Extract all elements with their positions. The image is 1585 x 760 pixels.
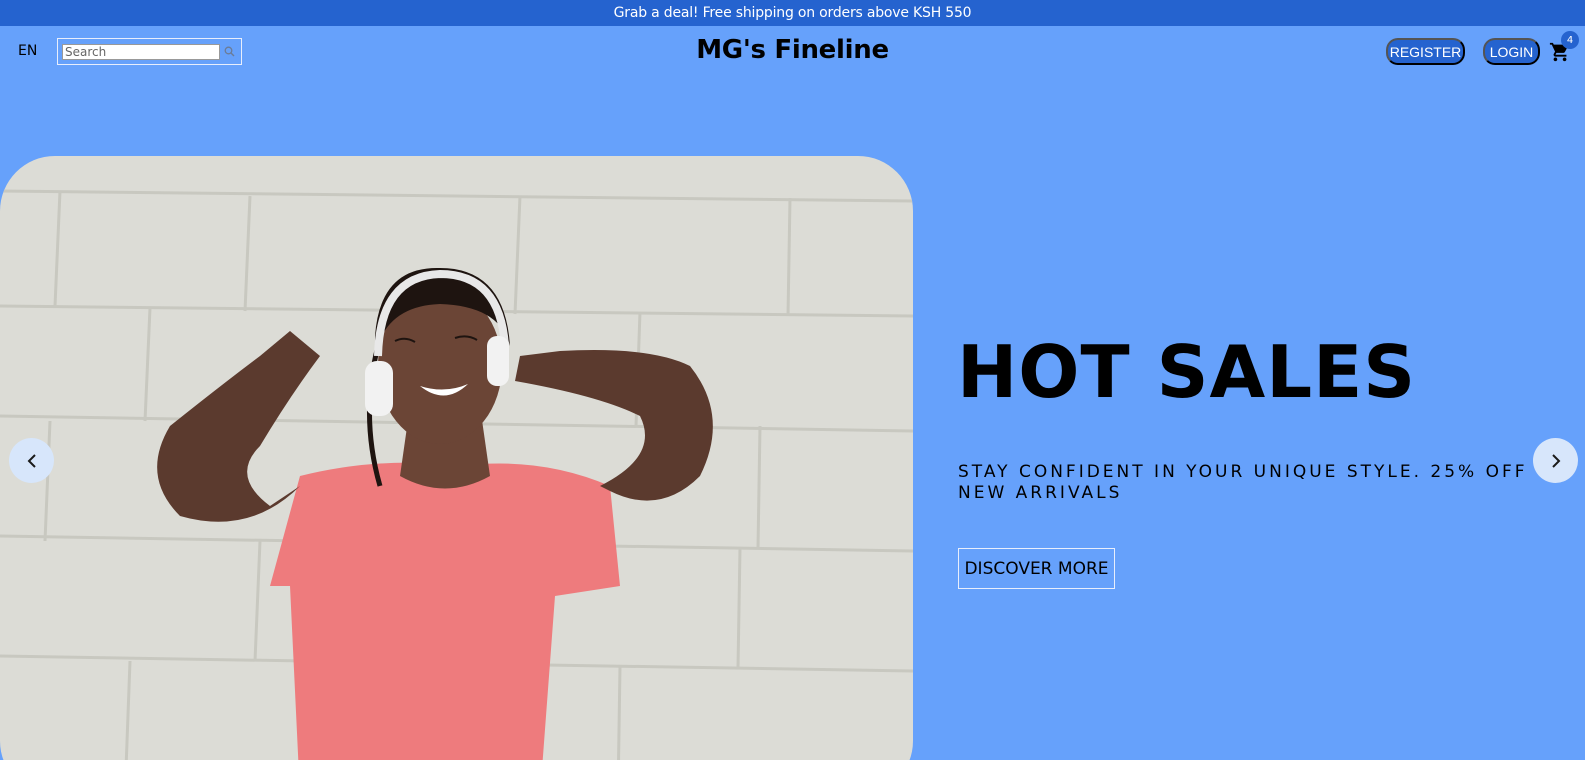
- search-icon[interactable]: [222, 45, 236, 59]
- brand-logo[interactable]: MG's Fineline: [696, 35, 889, 65]
- register-button[interactable]: REGISTER: [1386, 38, 1465, 65]
- arrow-left-icon: [27, 453, 36, 468]
- search-container: [57, 38, 242, 65]
- carousel-prev-button[interactable]: [9, 438, 54, 483]
- announcement-text: Grab a deal! Free shipping on orders abo…: [613, 5, 972, 21]
- announcement-bar: Grab a deal! Free shipping on orders abo…: [0, 0, 1585, 26]
- search-input[interactable]: [62, 43, 220, 60]
- hero-title: HOT SALES: [957, 330, 1417, 414]
- login-button[interactable]: LOGIN: [1483, 38, 1540, 65]
- discover-more-button[interactable]: DISCOVER MORE: [958, 548, 1115, 589]
- language-selector[interactable]: EN: [18, 43, 37, 59]
- hero-image: [0, 156, 913, 760]
- cart-count-badge: 4: [1561, 31, 1579, 49]
- hero-description: STAY CONFIDENT IN YOUR UNIQUE STYLE. 25%…: [958, 462, 1528, 503]
- navbar: EN MG's Fineline REGISTER LOGIN 4: [0, 26, 1585, 78]
